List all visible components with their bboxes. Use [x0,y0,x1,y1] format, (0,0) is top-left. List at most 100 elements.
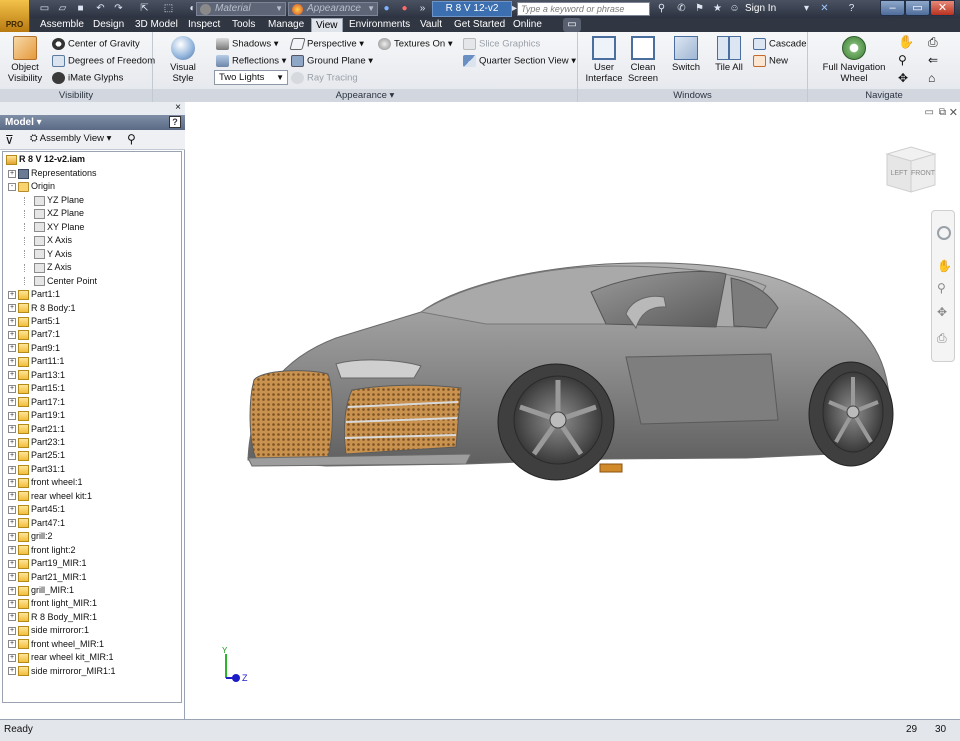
reflections-button[interactable]: Reflections ▾ [216,55,286,68]
tile-all-button[interactable]: Tile All [712,36,746,73]
material-select[interactable]: Material ▼ [196,2,286,16]
tree-item[interactable]: + front light:2 [8,544,76,558]
tree-item[interactable]: + R 8 Body:1 [8,302,76,316]
tree-item[interactable]: + Part19_MIR:1 [8,557,87,571]
expand-toggle-icon[interactable]: + [8,384,16,393]
tree-item[interactable]: + Part31:1 [8,463,65,477]
tree-item[interactable]: + Part25:1 [8,449,65,463]
home-view-icon[interactable]: ⌂ [928,72,935,84]
tree-item[interactable]: Z Axis [10,261,72,275]
open-file-icon[interactable]: ▱ [56,2,69,15]
jack-part[interactable] [599,463,623,473]
tree-item[interactable]: + Part13:1 [8,369,65,383]
expand-toggle-icon[interactable]: + [8,169,16,178]
expand-toggle-icon[interactable]: + [8,600,16,609]
view-mode-select[interactable]: ⛭ Assembly View ▾ [30,133,111,144]
expand-toggle-icon[interactable]: + [8,667,16,676]
tree-item[interactable]: + Representations [8,167,97,181]
previous-view-icon[interactable]: ⇐ [928,54,938,66]
expand-toggle-icon[interactable]: + [8,653,16,662]
tab-view[interactable]: View [311,18,343,32]
tab-get-started[interactable]: Get Started [454,18,505,32]
expand-toggle-icon[interactable]: + [8,398,16,407]
expand-toggle-icon[interactable]: + [8,626,16,635]
expand-toggle-icon[interactable]: + [8,532,16,541]
application-menu-button[interactable]: PRO [0,0,30,32]
expand-toggle-icon[interactable]: + [8,411,16,420]
front-grill[interactable] [249,370,333,460]
tab-environments[interactable]: Environments [349,18,410,32]
tab-3d-model[interactable]: 3D Model [135,18,178,32]
headlight[interactable] [335,359,422,379]
customize-icon[interactable]: » [416,2,429,15]
subscription-icon[interactable]: ⚑ [693,2,706,15]
undo-icon[interactable]: ↶ [94,2,107,15]
expand-toggle-icon[interactable]: + [8,304,16,313]
tree-item[interactable]: + Part11:1 [8,355,64,369]
return-icon[interactable]: ⇱ [138,2,151,15]
appearance-select[interactable]: Appearance ▼ [288,2,378,16]
browser-title-bar[interactable]: Model ▾ ? [0,115,185,130]
measure-icon[interactable]: ● [380,2,393,15]
expand-toggle-icon[interactable]: + [8,492,16,501]
ground-plane-button[interactable]: Ground Plane ▾ [291,55,373,68]
tree-item[interactable]: + Part17:1 [8,396,65,410]
tree-item[interactable]: + rear wheel kit:1 [8,490,92,504]
user-icon[interactable]: ☺ [728,2,741,15]
help-icon[interactable]: ? [169,116,181,128]
expand-toggle-icon[interactable]: + [8,505,16,514]
expand-toggle-icon[interactable]: + [8,559,16,568]
clean-screen-button[interactable]: Clean Screen [626,36,660,84]
expand-toggle-icon[interactable]: + [8,586,16,595]
exchange-icon[interactable]: ✕ [818,2,831,15]
object-visibility-button[interactable]: Object Visibility [4,36,46,84]
maximize-button[interactable]: ▭ [905,0,930,16]
expand-toggle-icon[interactable]: + [8,317,16,326]
tree-item[interactable]: Y Axis [10,248,72,262]
side-blade[interactable] [625,353,779,425]
tree-root[interactable]: R 8 V 12-v2.iam [6,153,85,167]
perspective-button[interactable]: Perspective ▾ [289,38,364,51]
help-icon[interactable]: ? [845,2,858,15]
tab-online[interactable]: Online [513,18,542,32]
dropdown-icon[interactable]: ▾ [800,2,813,15]
tab-vault[interactable]: Vault [420,18,442,32]
tab-inspect[interactable]: Inspect [188,18,220,32]
cascade-button[interactable]: Cascade [753,38,807,51]
degrees-of-freedom-button[interactable]: Degrees of Freedom [52,55,155,68]
tab-tools[interactable]: Tools [232,18,255,32]
binoculars-icon[interactable]: ⚲ [655,2,668,15]
new-file-icon[interactable]: ▭ [38,2,51,15]
tree-item[interactable]: + front wheel_MIR:1 [8,638,104,652]
select-mode-icon[interactable]: ⬚ [162,2,175,15]
graphics-window[interactable]: ▭ ⧉ ✕ LEFT FRONT ✋ ⚲ ✥ ⎙ Y Z [186,102,960,719]
tab-manage[interactable]: Manage [268,18,304,32]
expand-toggle-icon[interactable]: + [8,478,16,487]
tree-item[interactable]: + Part19:1 [8,409,65,423]
close-button[interactable]: ✕ [930,0,955,16]
tab-assemble[interactable]: Assemble [40,18,84,32]
tree-item[interactable]: XY Plane [10,221,84,235]
expand-toggle-icon[interactable]: + [8,519,16,528]
tree-item[interactable]: XZ Plane [10,207,84,221]
close-icon[interactable]: × [175,102,181,113]
find-icon[interactable]: ⚲ [127,132,136,146]
expand-toggle-icon[interactable]: + [8,371,16,380]
tree-item[interactable]: + Part9:1 [8,342,60,356]
tree-item[interactable]: + R 8 Body_MIR:1 [8,611,97,625]
tab-design[interactable]: Design [93,18,124,32]
tree-item[interactable]: + rear wheel kit_MIR:1 [8,651,114,665]
tree-item[interactable]: + Part5:1 [8,315,60,329]
pan-icon[interactable]: ✋ [898,35,914,48]
orbit-icon[interactable]: ✥ [898,72,908,84]
communication-center-icon[interactable]: ✆ [675,2,688,15]
tree-item[interactable]: YZ Plane [10,194,84,208]
expand-toggle-icon[interactable]: + [8,425,16,434]
tree-item[interactable]: + front light_MIR:1 [8,597,97,611]
expand-toggle-icon[interactable]: + [8,290,16,299]
tree-item[interactable]: + Part21:1 [8,423,65,437]
expand-toggle-icon[interactable]: + [8,331,16,340]
tree-item[interactable]: Center Point [10,275,97,289]
tree-item[interactable]: + Part7:1 [8,328,60,342]
expand-toggle-icon[interactable]: + [8,438,16,447]
